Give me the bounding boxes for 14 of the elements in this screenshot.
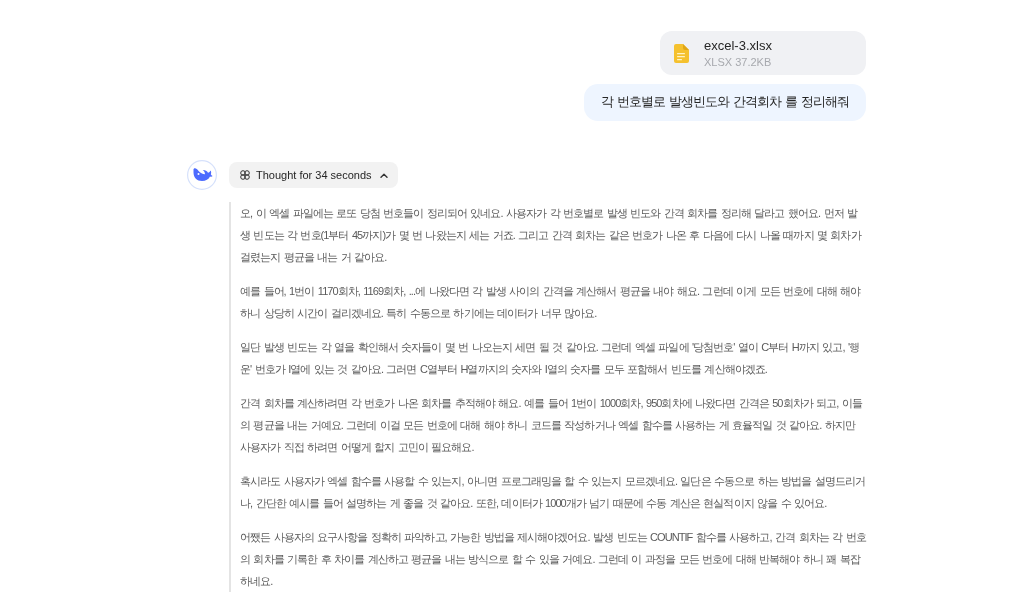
file-info: XLSX 37.2KB <box>704 54 772 69</box>
file-attachment-card[interactable]: excel-3.xlsx XLSX 37.2KB <box>660 31 866 75</box>
whale-logo-icon <box>187 160 217 190</box>
thinking-paragraph: 예를 들어, 1번이 1170회차, 1169회차, ...에 나왔다면 각 발생 사이의 간격을 계산해서 평균을 내야 해요. 그런데 이게 모든 번호에 대해 해야 하니 상당히 시간이 걸리겠네요. 특히 수동으로 하기에는 데이터가 너무 많아요. <box>240 284 862 321</box>
thinking-paragraph: 어쨌든 사용자의 요구사항을 정확히 파악하고, 가능한 방법을 제시해야겠어요. 발생 빈도는 COUNTIF 함수를 사용하고, 간격 회차는 각 번호의 회차를 기록한 후 차이를 계산하고 평균을 내는 방식으로 할 수 있을 거예요. 그런데 이 과정을 모든 번호에 대해 반복해야 하니 꽤 복잡하네요. <box>240 530 866 589</box>
thinking-paragraph: 일단 발생 빈도는 각 열을 확인해서 숫자들이 몇 번 나오는지 세면 될 것 같아요. 그런데 엑셀 파일에 '당첨번호' 열이 C부터 H까지 있고, '행운' 번호가 I열에 있는 것 같아요. 그러면 C열부터 H열까지의 숫자와 I열의 숫자를 모두 포함해서 빈도를 계산해야겠죠. <box>240 340 861 377</box>
file-name: excel-3.xlsx <box>704 37 772 54</box>
thought-toggle-button[interactable]: Thought for 34 seconds <box>229 162 398 188</box>
thinking-paragraph: 혹시라도 사용자가 엑셀 함수를 사용할 수 있는지, 아니면 프로그래밍을 할 수 있는지 모르겠네요. 일단은 수동으로 하는 방법을 설명드리거나, 간단한 예시를 들어 설명하는 게 좋을 것 같아요. 또한, 데이터가 1000개가 넘기 때문에 수동 계산은 현실적이지 않을 수 있어요. <box>240 474 866 511</box>
thinking-paragraph: 오, 이 엑셀 파일에는 로또 당첨 번호들이 정리되어 있네요. 사용자가 각 번호별로 발생 빈도와 간격 회차를 정리해 달라고 했어요. 먼저 발생 빈도는 각 번호(1부터 45까지)가 몇 번 나왔는지 세는 거죠. 그리고 간격 회차는 같은 번호가 나온 후 다음에 다시 나올 때까지 몇 회차가 걸렸는지 평균을 내는 거 같아요. <box>240 206 863 265</box>
document-icon <box>674 43 689 63</box>
thinking-paragraph: 간격 회차를 계산하려면 각 번호가 나온 회차를 추적해야 해요. 예를 들어 1번이 1000회차, 950회차에 나왔다면 간격은 50회차가 되고, 이들의 평균을 내는 거예요. 그런데 이걸 모든 번호에 대해 해야 하니 코드를 작성하거나 엑셀 함수를 사용하는 게 효율적일 것 같아요. 하지만 사용자가 직접 하려면 어떻게 할지 고민이 필요해요. <box>240 396 863 455</box>
user-message-bubble: 각 번호별로 발생빈도와 간격회차 를 정리해줘 <box>584 84 866 121</box>
four-loops-icon <box>240 170 250 180</box>
